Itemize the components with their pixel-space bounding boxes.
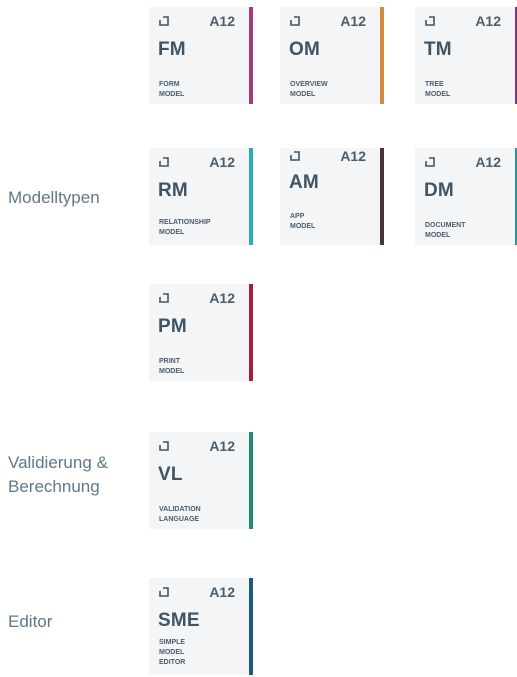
tile-abbr: PM — [158, 316, 187, 337]
brand-label: A12 — [209, 13, 235, 29]
brand-label: A12 — [209, 290, 235, 306]
tile-abbr: AM — [289, 172, 319, 193]
brand-label: A12 — [340, 13, 366, 29]
brand-label: A12 — [209, 154, 235, 170]
a12-logo-icon — [159, 157, 169, 167]
a12-logo-icon — [290, 16, 300, 26]
tile-name: RELATIONSHIP MODEL — [159, 219, 211, 236]
tile-form-model[interactable]: A12 FM FORM MODEL — [149, 7, 253, 104]
section-label-modelltypen: Modelltypen — [8, 188, 100, 207]
tile-tree-model[interactable]: A12 TM TREE MODEL — [415, 7, 517, 104]
tile-abbr: SME — [158, 610, 200, 631]
tile-abbr: TM — [424, 39, 452, 60]
brand-label: A12 — [475, 13, 501, 29]
tile-name: SIMPLE MODEL EDITOR — [159, 639, 186, 666]
tile-validation-language[interactable]: A12 VL VALIDATION LANGUAGE — [149, 432, 253, 529]
tile-abbr: RM — [158, 180, 188, 201]
tile-name: FORM MODEL — [159, 81, 185, 98]
a12-logo-icon — [159, 441, 169, 451]
tile-name: APP MODEL — [290, 213, 316, 230]
tile-print-model[interactable]: A12 PM PRINT MODEL — [149, 284, 253, 381]
tile-abbr: FM — [158, 39, 186, 60]
tile-document-model[interactable]: A12 DM DOCUMENT MODEL — [415, 148, 517, 245]
tile-abbr: OM — [289, 39, 321, 60]
tile-name: TREE MODEL — [425, 81, 451, 98]
a12-logo-icon — [425, 157, 435, 167]
tile-name: VALIDATION LANGUAGE — [159, 506, 201, 523]
a12-logo-icon — [159, 16, 169, 26]
brand-label: A12 — [475, 154, 501, 170]
brand-label: A12 — [340, 148, 366, 164]
tile-relationship-model[interactable]: A12 RM RELATIONSHIP MODEL — [149, 148, 253, 245]
tile-name: OVERVIEW MODEL — [290, 81, 328, 98]
section-label-validierung: Validierung & Berechnung — [8, 453, 108, 496]
section-label-editor: Editor — [8, 612, 53, 631]
a12-logo-icon — [159, 293, 169, 303]
a12-logo-icon — [159, 587, 169, 597]
tile-simple-model-editor[interactable]: A12 SME SIMPLE MODEL EDITOR — [149, 578, 253, 675]
brand-label: A12 — [209, 584, 235, 600]
tile-abbr: DM — [424, 180, 454, 201]
a12-logo-icon — [290, 151, 300, 161]
a12-logo-icon — [425, 16, 435, 26]
brand-label: A12 — [209, 438, 235, 454]
tile-name: PRINT MODEL — [159, 358, 185, 375]
tile-overview-model[interactable]: A12 OM OVERVIEW MODEL — [280, 7, 384, 104]
tile-app-model[interactable]: A12 AM APP MODEL — [280, 148, 384, 245]
tile-name: DOCUMENT MODEL — [425, 222, 466, 239]
tile-abbr: VL — [158, 464, 183, 485]
